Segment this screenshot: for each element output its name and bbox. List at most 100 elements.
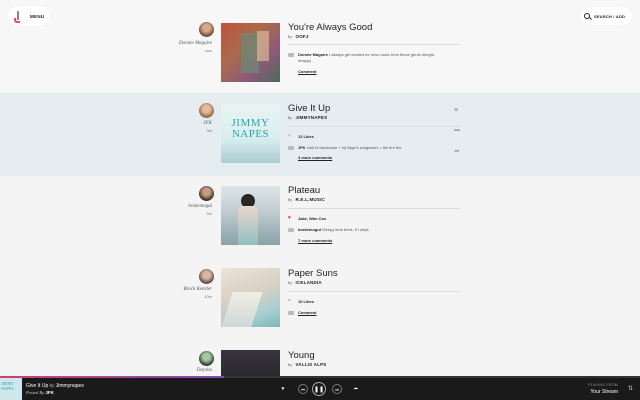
comment-icon — [288, 53, 294, 57]
avatar[interactable] — [199, 186, 214, 201]
comment-body: JFK Half of disclosure + mj blige's song… — [298, 145, 402, 151]
expand-icon[interactable]: ⇅ — [628, 385, 633, 392]
comment-line: brokemogul Sleepy time feels, if I slept… — [288, 227, 448, 233]
avatar[interactable] — [199, 269, 214, 284]
track-title[interactable]: You're Always Good — [288, 22, 372, 33]
heart-icon: ♥ — [281, 386, 285, 392]
pause-button[interactable]: ❚❚ — [312, 382, 326, 396]
poster-name[interactable]: Brock Kenzler — [183, 287, 212, 292]
comment-text: Half of disclosure + mj blige's songwrit… — [306, 145, 402, 150]
player-art-text: JIMMY NAPES — [1, 381, 14, 391]
timestamp: 5m — [206, 211, 212, 216]
album-art[interactable] — [221, 186, 280, 245]
more-comments-link[interactable]: 3 more comments — [298, 155, 332, 161]
artist-link[interactable]: VALLIS ALPS — [296, 362, 327, 367]
like-button[interactable]: ♥ — [278, 384, 288, 394]
more-comments-line: 7 more comments — [288, 238, 448, 244]
previous-icon: ⏮ — [301, 386, 305, 392]
heart-icon: ♥ — [288, 133, 291, 139]
poster-name[interactable]: JFK — [203, 121, 212, 126]
feed-item: brokemogul 5m Plateau by R.E.L.MUSIC ♥ J… — [0, 176, 640, 258]
poster-name[interactable]: Donnie Maguire — [179, 41, 212, 46]
divider — [288, 291, 460, 292]
progress-bar[interactable] — [0, 376, 640, 378]
art-figure — [257, 31, 269, 61]
next-button[interactable]: ⏭ — [332, 384, 342, 394]
search-icon — [584, 13, 590, 19]
by-label: by — [288, 197, 293, 202]
feed-item: Daysha Young by VALLIS ALPS — [0, 340, 640, 376]
logo-icon — [14, 11, 22, 23]
divider — [288, 126, 460, 127]
divider — [288, 44, 460, 45]
avatar[interactable] — [199, 351, 214, 366]
feed-item: Brock Kenzler 10m Paper Suns by ICELANDI… — [0, 258, 640, 340]
share-icon[interactable]: ➦ — [454, 147, 460, 155]
comment-link[interactable]: Comment — [298, 310, 316, 316]
search-label: SEARCH / ADD — [594, 13, 626, 19]
likes-names[interactable]: Jake, Wim Cox — [298, 216, 326, 222]
timestamp: 10m — [204, 294, 212, 299]
album-art[interactable] — [221, 23, 280, 82]
album-art[interactable]: JIMMY NAPES — [221, 104, 280, 163]
share-icon: ➦ — [353, 386, 359, 392]
track-artist: by OOFJ — [288, 34, 309, 39]
comment-user[interactable]: brokemogul — [298, 227, 321, 232]
album-art[interactable] — [221, 268, 280, 327]
track-artist: by ICELANDIA — [288, 280, 322, 285]
poster-name[interactable]: Daysha — [197, 368, 212, 373]
comment-user[interactable]: JFK — [298, 145, 306, 150]
player-by-label: by — [49, 384, 55, 389]
player-track: Give It Up by Jimmynapes — [26, 383, 84, 389]
next-icon: ⏭ — [335, 386, 339, 392]
track-title[interactable]: Young — [288, 350, 315, 361]
avatar[interactable] — [199, 103, 214, 118]
timestamp: 3m — [206, 128, 212, 133]
album-art[interactable] — [221, 350, 280, 376]
feed-item: Donnie Maguire now You're Always Good by… — [0, 0, 640, 92]
player-track-title[interactable]: Give It Up — [26, 383, 48, 389]
comment-icon — [288, 146, 294, 150]
comment-icon — [288, 228, 294, 232]
track-artist: by JIMMYNAPES — [288, 115, 327, 120]
art-figure — [238, 206, 258, 245]
by-label: by — [288, 280, 293, 285]
artist-link[interactable]: R.E.L.MUSIC — [296, 197, 325, 202]
comment-user[interactable]: Donnie Maguire — [298, 52, 328, 57]
posted-by-label: Posted By — [26, 390, 45, 395]
heart-icon: ♥ — [288, 215, 291, 221]
search-add-button[interactable]: SEARCH / ADD — [580, 7, 632, 25]
artist-link[interactable]: ICELANDIA — [296, 280, 322, 285]
app-window: Donnie Maguire now You're Always Good by… — [0, 0, 640, 400]
art-shoreline — [221, 292, 263, 327]
player-artist[interactable]: Jimmynapes — [56, 383, 84, 389]
comment-link[interactable]: Comment — [298, 69, 316, 75]
likes-count[interactable]: 10 Likes — [298, 299, 314, 305]
comment-icon[interactable]: ▬ — [454, 127, 460, 133]
artist-link[interactable]: JIMMYNAPES — [296, 115, 328, 120]
previous-button[interactable]: ⏮ — [298, 384, 308, 394]
avatar[interactable] — [199, 22, 214, 37]
poster-name[interactable]: brokemogul — [188, 204, 212, 209]
player-album-art[interactable]: JIMMY NAPES — [0, 378, 22, 400]
more-comments-link[interactable]: 7 more comments — [298, 238, 332, 244]
playing-source[interactable]: Your Stream — [590, 389, 618, 395]
comment-line: Donnie Maguire I always get excited for … — [288, 52, 448, 64]
menu-button[interactable]: MENU — [8, 6, 50, 26]
track-title[interactable]: Plateau — [288, 185, 320, 196]
comment-action-line: Comment — [288, 69, 448, 75]
share-button[interactable]: ➦ — [351, 384, 361, 394]
heart-icon[interactable]: ♥ — [454, 107, 458, 114]
likes-count[interactable]: 12 Likes — [298, 134, 314, 140]
progress-fill — [0, 376, 224, 378]
heart-icon: ♥ — [288, 298, 291, 304]
artist-link[interactable]: OOFJ — [296, 34, 309, 39]
player-poster[interactable]: JFK — [45, 390, 54, 395]
more-comments-line: 3 more comments — [288, 155, 448, 161]
track-title[interactable]: Paper Suns — [288, 268, 338, 279]
track-artist: by VALLIS ALPS — [288, 362, 326, 367]
track-title[interactable]: Give It Up — [288, 103, 330, 114]
